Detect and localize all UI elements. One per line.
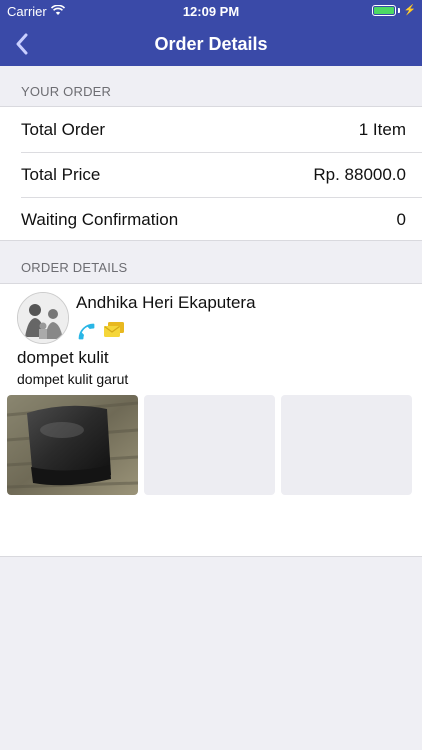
contact-icons — [76, 321, 256, 347]
row-label: Total Order — [21, 119, 106, 139]
row-label: Total Price — [21, 164, 101, 184]
your-order-group: Total Order 1 Item Total Price Rp. 88000… — [0, 106, 422, 241]
avatar — [17, 292, 69, 344]
product-description: dompet kulit garut — [17, 371, 129, 387]
section-header-your-order: YOUR ORDER — [21, 84, 112, 99]
status-bar: Carrier 12:09 PM ⚡ — [0, 0, 422, 22]
row-waiting-confirmation: Waiting Confirmation 0 — [0, 197, 422, 242]
seller-info: Andhika Heri Ekaputera — [76, 292, 256, 347]
phone-icon[interactable] — [76, 321, 97, 347]
product-photos — [7, 395, 412, 495]
section-header-order-details: ORDER DETAILS — [21, 260, 128, 275]
row-value: 1 Item — [358, 119, 406, 139]
battery-fill — [373, 7, 394, 14]
row-label: Waiting Confirmation — [21, 209, 179, 229]
status-time: 12:09 PM — [182, 4, 240, 19]
product-title: dompet kulit — [17, 348, 109, 367]
product-photo[interactable] — [7, 395, 138, 495]
page-title: Order Details — [154, 34, 268, 54]
row-total-price: Total Price Rp. 88000.0 — [0, 152, 422, 197]
row-value: Rp. 88000.0 — [313, 164, 406, 184]
photo-placeholder[interactable] — [144, 395, 275, 495]
message-icon[interactable] — [103, 321, 125, 347]
battery-icon — [371, 5, 396, 16]
photo-placeholder[interactable] — [281, 395, 412, 495]
nav-bar: Order Details — [0, 22, 422, 66]
row-value: 0 — [396, 209, 406, 229]
battery-indicator: ⚡ — [371, 5, 416, 16]
order-details-group: Andhika Heri Ekaputera dompet kulit domp… — [0, 283, 422, 557]
row-total-order: Total Order 1 Item — [0, 107, 422, 152]
seller-card: Andhika Heri Ekaputera — [17, 292, 256, 347]
charging-icon: ⚡ — [403, 5, 416, 16]
navigation-header: Carrier 12:09 PM ⚡ Order Details — [0, 0, 422, 66]
seller-name: Andhika Heri Ekaputera — [76, 293, 256, 312]
